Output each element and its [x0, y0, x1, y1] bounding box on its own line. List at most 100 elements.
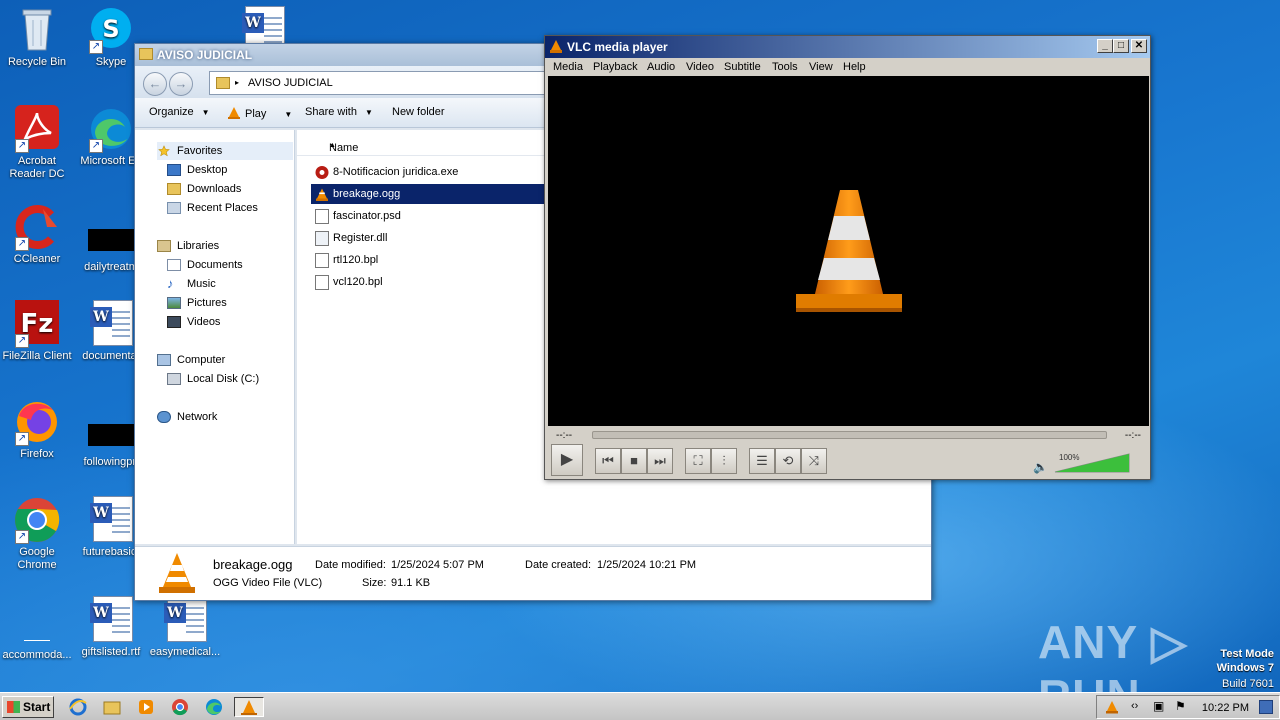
easymedical-icon[interactable]: W easymedical...	[148, 596, 222, 659]
play-button[interactable]: Play ▼	[227, 106, 292, 120]
vlc-titlebar[interactable]: VLC media player _ □ ✕	[545, 36, 1150, 58]
nav-downloads[interactable]: Downloads	[167, 180, 241, 198]
fullscreen-button[interactable]: ⛶	[685, 448, 711, 474]
next-button[interactable]: ⏭	[647, 448, 673, 474]
shuffle-button[interactable]: ⤨	[801, 448, 827, 474]
close-button[interactable]: ✕	[1131, 39, 1147, 53]
folder-icon	[216, 77, 230, 89]
show-desktop-icon[interactable]	[1259, 700, 1273, 714]
vlc-cone-icon	[316, 188, 328, 201]
nav-computer[interactable]: Computer	[157, 351, 225, 369]
new-folder-button[interactable]: New folder	[392, 106, 445, 118]
firefox-icon[interactable]: ↗ Firefox	[0, 398, 74, 461]
desktop-icon-label: CCleaner	[13, 253, 61, 265]
accommoda-icon[interactable]: accommoda...	[0, 620, 74, 662]
previous-button[interactable]: ⏮	[595, 448, 621, 474]
desktop-icon-label: easymedical...	[149, 646, 221, 658]
file-row[interactable]: 8-Notificacion juridica.exe	[311, 162, 545, 182]
size-label: Size:	[362, 577, 387, 589]
arrow-right-icon: →	[174, 76, 188, 91]
menu-tools[interactable]: Tools	[772, 61, 798, 73]
menu-media[interactable]: Media	[553, 61, 583, 73]
navigation-pane: Favorites Desktop Downloads Recent Place…	[135, 130, 295, 544]
google-chrome-icon[interactable]: ↗ Google Chrome	[0, 496, 74, 572]
nav-local-disk[interactable]: Local Disk (C:)	[167, 370, 259, 388]
file-row[interactable]: vcl120.bpl	[311, 272, 545, 292]
forward-button[interactable]: →	[169, 72, 193, 96]
desktop-icon-label: Recycle Bin	[7, 56, 67, 68]
nav-label: Documents	[187, 259, 243, 271]
dll-file-icon	[315, 231, 329, 246]
menu-subtitle[interactable]: Subtitle	[724, 61, 761, 73]
nav-label: Music	[187, 278, 216, 290]
document-file-icon	[315, 275, 329, 290]
menu-help[interactable]: Help	[843, 61, 866, 73]
nav-network[interactable]: Network	[157, 408, 217, 426]
menu-audio[interactable]: Audio	[647, 61, 675, 73]
nav-pictures[interactable]: Pictures	[167, 294, 227, 312]
internet-explorer-taskbar-icon[interactable]	[68, 697, 90, 717]
nav-music[interactable]: ♪ Music	[167, 275, 216, 293]
chrome-taskbar-icon[interactable]	[170, 697, 192, 717]
ccleaner-icon[interactable]: ↗ CCleaner	[0, 203, 74, 266]
hard-drive-icon	[167, 373, 181, 385]
chevron-right-icon: ▸	[235, 78, 240, 87]
flag-icon[interactable]: ⚑	[1175, 699, 1186, 713]
organize-button[interactable]: Organize ▼	[149, 106, 210, 118]
giftslisted-icon[interactable]: W giftslisted.rtf	[74, 596, 148, 659]
nav-recent-places[interactable]: Recent Places	[167, 199, 258, 217]
sort-up-icon: ▲	[329, 142, 336, 149]
computer-icon	[157, 354, 171, 366]
skype-logo-icon: S ↗	[87, 6, 135, 54]
file-explorer-taskbar-icon[interactable]	[102, 697, 124, 717]
edge-taskbar-icon[interactable]	[204, 697, 226, 717]
acrobat-reader-icon[interactable]: ↗ Acrobat Reader DC	[0, 105, 74, 181]
vlc-cone-icon	[228, 107, 240, 119]
vlc-menubar: Media Playback Audio Video Subtitle Tool…	[545, 58, 1150, 76]
star-icon	[158, 145, 170, 157]
extended-settings-button[interactable]: ⫶	[711, 448, 737, 474]
chevron-left-icon[interactable]: ‹›	[1131, 700, 1138, 712]
maximize-button[interactable]: □	[1113, 39, 1129, 53]
file-row-selected[interactable]: breakage.ogg	[311, 184, 545, 204]
video-area[interactable]	[548, 76, 1149, 426]
recycle-bin-icon[interactable]: Recycle Bin	[0, 6, 74, 69]
seek-slider[interactable]	[592, 431, 1107, 439]
nav-label: Favorites	[177, 145, 223, 157]
menu-playback[interactable]: Playback	[593, 61, 638, 73]
network-tray-icon[interactable]: ▣	[1153, 699, 1164, 713]
speaker-icon[interactable]: 🔈	[1033, 460, 1048, 474]
nav-documents[interactable]: Documents	[167, 256, 243, 274]
vlc-taskbar-button[interactable]	[234, 697, 264, 717]
vlc-tray-icon[interactable]	[1105, 700, 1119, 714]
file-row[interactable]: fascinator.psd	[311, 206, 545, 226]
play-button[interactable]: ▶	[551, 444, 583, 476]
stop-button[interactable]: ■	[621, 448, 647, 474]
media-player-taskbar-icon[interactable]	[136, 697, 158, 717]
nav-videos[interactable]: Videos	[167, 313, 220, 331]
libraries-icon	[157, 240, 171, 252]
chevron-down-icon: ▼	[284, 110, 293, 119]
share-with-button[interactable]: Share with ▼	[305, 106, 373, 118]
fullscreen-icon: ⛶	[693, 453, 703, 468]
minimize-button[interactable]: _	[1097, 39, 1113, 53]
new-folder-label: New folder	[392, 106, 445, 118]
windows-version-label: Windows 7	[1216, 662, 1274, 674]
file-row[interactable]: rtl120.bpl	[311, 250, 545, 270]
file-row[interactable]: Register.dll	[311, 228, 545, 248]
start-button[interactable]: Start	[2, 696, 54, 718]
loop-button[interactable]: ⟲	[775, 448, 801, 474]
menu-view[interactable]: View	[809, 61, 833, 73]
filezilla-icon[interactable]: Fz ↗ FileZilla Client	[0, 300, 74, 363]
nav-desktop[interactable]: Desktop	[167, 161, 227, 179]
menu-video[interactable]: Video	[686, 61, 714, 73]
nav-label: Computer	[177, 354, 226, 366]
back-button[interactable]: ←	[143, 72, 167, 96]
playlist-button[interactable]: ☰	[749, 448, 775, 474]
arrow-left-icon: ←	[148, 76, 162, 91]
nav-favorites[interactable]: Favorites	[157, 142, 293, 160]
vlc-title: VLC media player	[567, 40, 668, 54]
clock[interactable]: 10:22 PM	[1202, 702, 1249, 714]
start-label: Start	[23, 700, 51, 714]
nav-libraries[interactable]: Libraries	[157, 237, 219, 255]
